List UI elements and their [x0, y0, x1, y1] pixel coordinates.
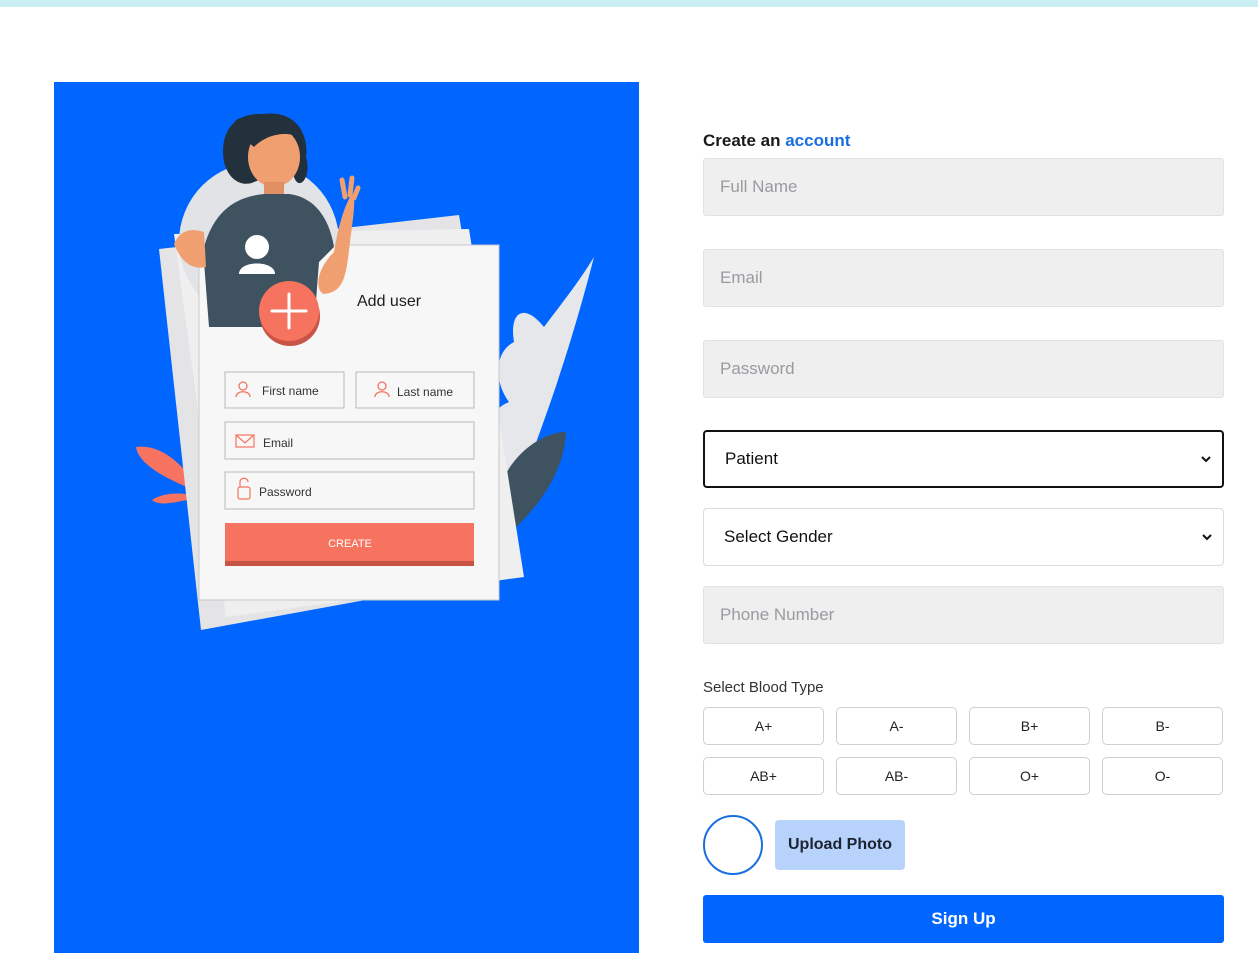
blood-type-ab-positive[interactable]: AB+ — [703, 757, 824, 795]
blood-type-a-positive[interactable]: A+ — [703, 707, 824, 745]
full-name-input[interactable] — [703, 158, 1224, 216]
card-title: Add user — [357, 293, 422, 310]
blood-type-label: Select Blood Type — [703, 679, 824, 696]
hero-panel: Add user First name Last name Email Pass… — [54, 82, 639, 953]
upload-photo-button[interactable]: Upload Photo — [775, 820, 905, 870]
card-password-label: Password — [259, 485, 312, 499]
avatar-preview — [703, 815, 763, 875]
card-first-name-label: First name — [262, 384, 319, 398]
blood-type-a-negative[interactable]: A- — [836, 707, 957, 745]
shirt-user-head — [245, 235, 269, 259]
gender-select[interactable]: Select Gender — [703, 508, 1224, 566]
sign-up-button[interactable]: Sign Up — [703, 895, 1224, 943]
blood-type-ab-negative[interactable]: AB- — [836, 757, 957, 795]
add-user-illustration: Add user First name Last name Email Pass… — [136, 113, 594, 630]
card-last-name-label: Last name — [397, 385, 453, 399]
blood-type-b-negative[interactable]: B- — [1102, 707, 1223, 745]
blood-type-b-positive[interactable]: B+ — [969, 707, 1090, 745]
blood-type-o-positive[interactable]: O+ — [969, 757, 1090, 795]
signup-form: Create an account Patient Select Gender … — [703, 0, 1224, 953]
hair-bun — [233, 118, 251, 136]
card-email-label: Email — [263, 436, 293, 450]
heading-accent: account — [785, 131, 851, 150]
chevron-down-icon — [1201, 456, 1211, 463]
gender-select-value: Select Gender — [724, 527, 833, 546]
card-create-label: CREATE — [328, 538, 372, 550]
role-select[interactable]: Patient — [703, 430, 1224, 488]
heading-prefix: Create an — [703, 131, 781, 150]
blood-type-o-negative[interactable]: O- — [1102, 757, 1223, 795]
role-select-value: Patient — [725, 449, 778, 468]
fingers — [339, 175, 361, 201]
chevron-down-icon — [1202, 534, 1212, 541]
phone-input[interactable] — [703, 586, 1224, 644]
form-heading: Create an account — [703, 131, 850, 151]
password-input[interactable] — [703, 340, 1224, 398]
email-input[interactable] — [703, 249, 1224, 307]
blood-type-options: A+ A- B+ B- AB+ AB- O+ O- — [703, 707, 1224, 795]
